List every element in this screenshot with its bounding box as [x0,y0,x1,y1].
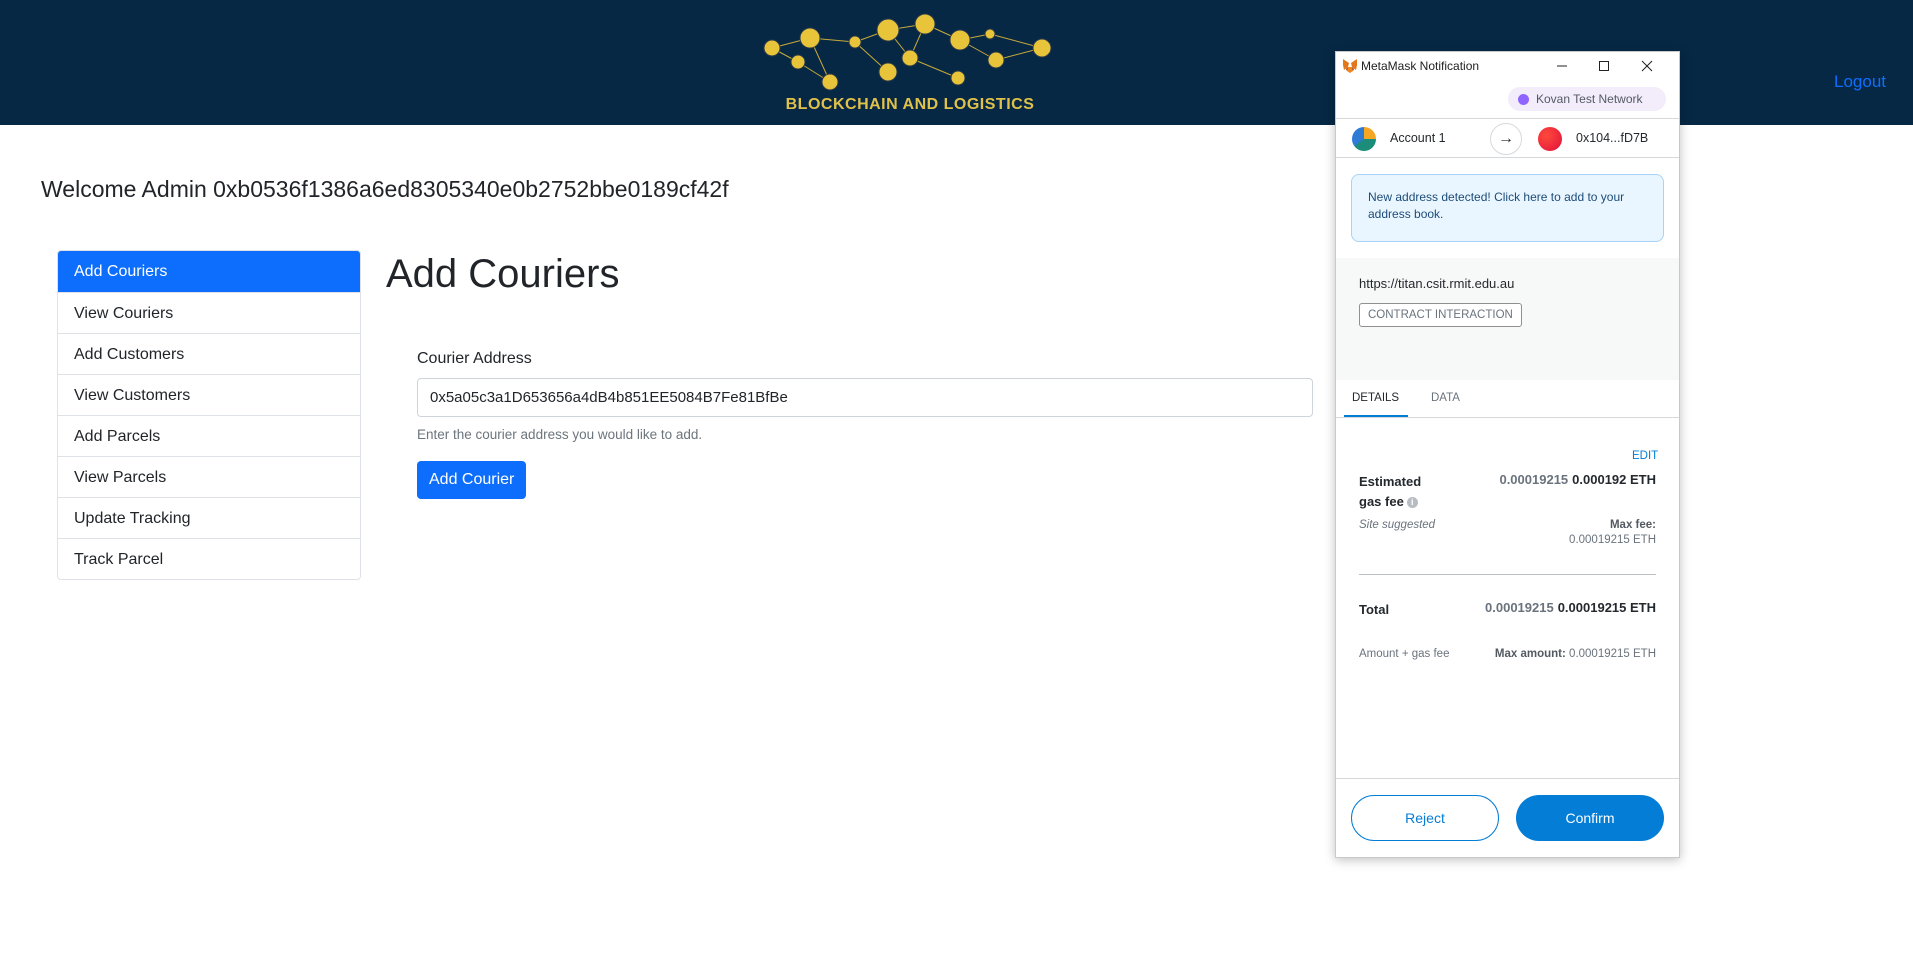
network-selector[interactable]: Kovan Test Network [1508,87,1666,111]
arrow-right-icon: → [1490,123,1522,155]
gas-fee-value: 0.000192 ETH [1572,472,1656,487]
sidebar-item-view-couriers[interactable]: View Couriers [58,292,360,333]
site-suggested-label[interactable]: Site suggested [1359,519,1435,531]
action-footer: Reject Confirm [1336,778,1679,857]
add-courier-button[interactable]: Add Courier [417,461,527,499]
sidebar-item-update-tracking[interactable]: Update Tracking [58,497,360,538]
section-divider [1359,574,1656,575]
max-fee-label: Max fee: [1609,519,1656,531]
logistics-network-icon [763,13,1052,91]
tab-data[interactable]: DATA [1431,392,1460,404]
window-titlebar: MetaMask Notification [1336,52,1679,81]
gas-fee-muted-value: 0.00019215 [1499,472,1569,487]
estimated-gas-fee-label: Estimated gas fee i [1359,472,1439,512]
tab-details[interactable]: DETAILS [1352,392,1399,404]
network-dot-icon [1518,94,1529,105]
logo-text: BLOCKCHAIN AND LOGISTICS [785,96,1035,113]
courier-address-help: Enter the courier address you would like… [417,427,703,442]
courier-address-label: Courier Address [417,350,532,367]
transaction-tabs: DETAILS DATA [1336,380,1679,418]
to-account-avatar [1538,127,1562,151]
sidebar-item-track-parcel[interactable]: Track Parcel [58,538,360,579]
page-title: Add Couriers [386,252,620,296]
total-muted-value: 0.00019215 [1485,600,1554,615]
origin-url: https://titan.csit.rmit.edu.au [1359,276,1515,291]
confirm-button[interactable]: Confirm [1516,795,1664,841]
courier-address-input[interactable] [417,378,1313,417]
account-transfer-row: Account 1 → 0x104...fD7B [1336,118,1679,158]
minimize-icon[interactable] [1545,55,1579,77]
new-address-alert[interactable]: New address detected! Click here to add … [1351,174,1664,242]
from-account-avatar [1352,127,1376,151]
sidebar-nav: Add Couriers View Couriers Add Customers… [57,250,361,580]
total-label: Total [1359,602,1390,617]
sidebar-item-view-parcels[interactable]: View Parcels [58,456,360,497]
from-account-name: Account 1 [1390,131,1446,145]
logout-link[interactable]: Logout [1834,72,1886,92]
metamask-window: MetaMask Notification Kovan Test Network… [1335,51,1680,858]
close-icon[interactable] [1630,55,1664,77]
total-values: 0.00019215 0.00019215 ETH [1485,600,1656,615]
gas-fee-values: 0.00019215 0.000192 ETH [1499,472,1656,487]
logo: BLOCKCHAIN AND LOGISTICS [760,4,1060,120]
active-tab-indicator [1344,415,1408,417]
to-account-address[interactable]: 0x104...fD7B [1576,131,1648,145]
origin-section: https://titan.csit.rmit.edu.au CONTRACT … [1336,258,1679,380]
network-name: Kovan Test Network [1536,92,1643,106]
max-fee-value: 0.00019215 ETH [1569,534,1656,546]
edit-gas-link[interactable]: EDIT [1632,450,1658,462]
welcome-message: Welcome Admin 0xb0536f1386a6ed8305340e0b… [41,176,729,202]
amount-gas-label: Amount + gas fee [1359,648,1450,660]
info-icon[interactable]: i [1406,497,1418,509]
reject-button[interactable]: Reject [1351,795,1499,841]
max-amount: Max amount: 0.00019215 ETH [1495,648,1656,660]
sidebar-item-add-couriers[interactable]: Add Couriers [58,251,360,292]
window-title: MetaMask Notification [1361,59,1480,73]
sidebar-item-add-customers[interactable]: Add Customers [58,333,360,374]
max-amount-label: Max amount: [1494,648,1566,660]
total-value: 0.00019215 ETH [1557,600,1656,615]
contract-interaction-badge: CONTRACT INTERACTION [1359,303,1522,327]
maximize-icon[interactable] [1587,55,1621,77]
max-amount-value: 0.00019215 ETH [1569,648,1656,660]
sidebar-item-view-customers[interactable]: View Customers [58,374,360,415]
metamask-fox-icon [1343,59,1357,73]
sidebar-item-add-parcels[interactable]: Add Parcels [58,415,360,456]
